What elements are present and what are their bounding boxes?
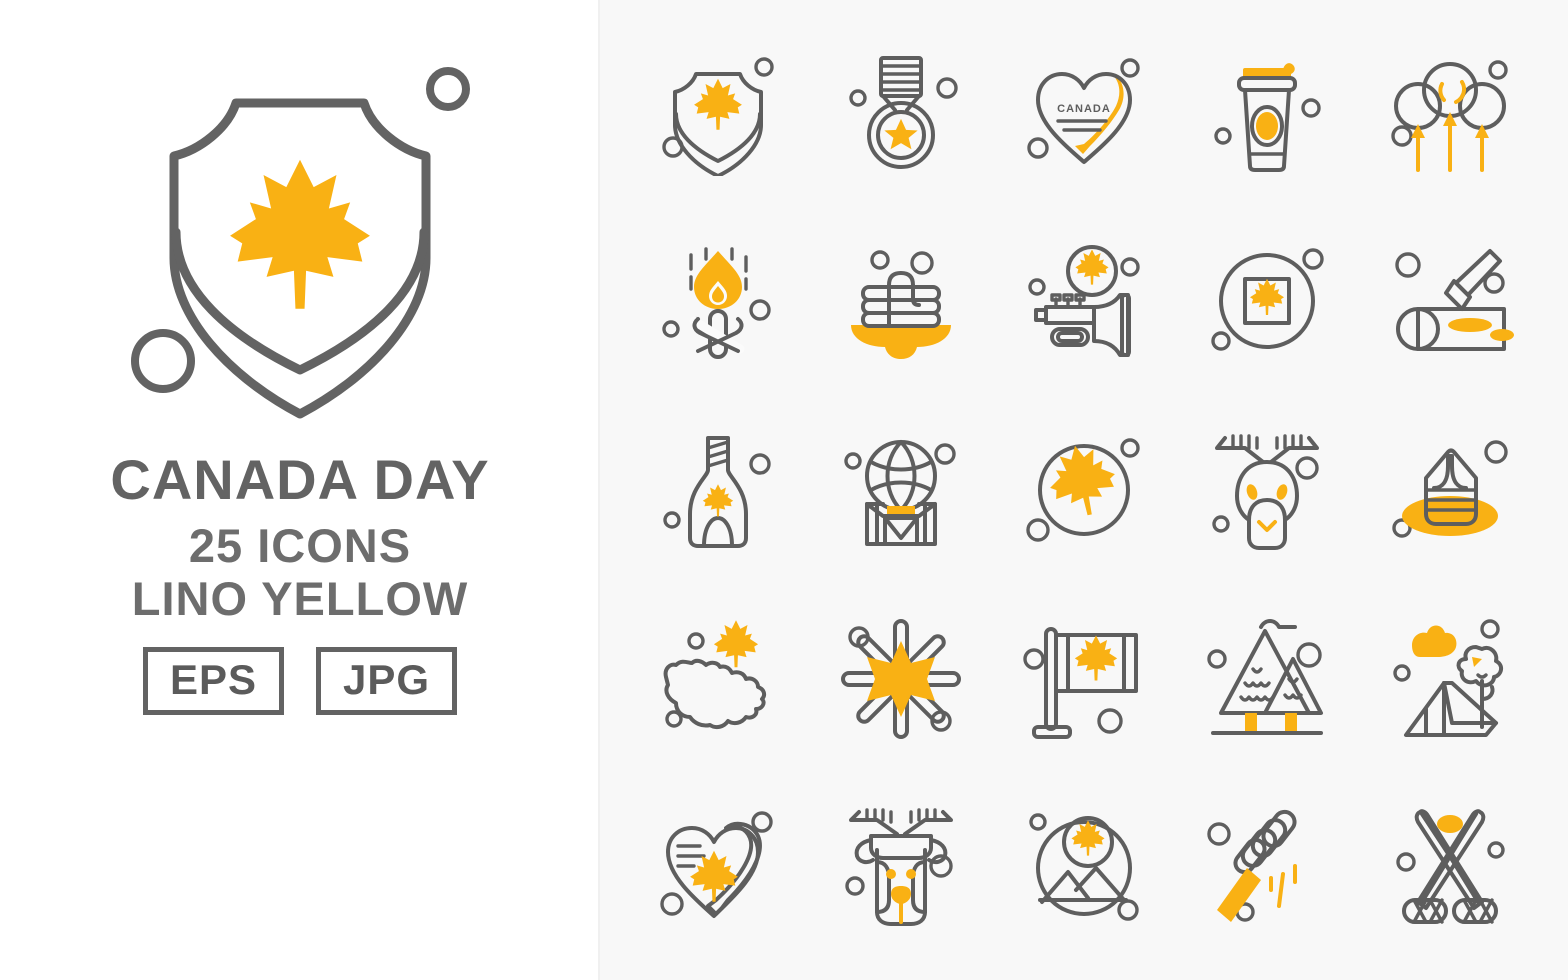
maple-leaf-shield-icon[interactable] <box>626 18 809 207</box>
maple-syrup-bottle-icon[interactable] <box>626 396 809 585</box>
pancakes-syrup-icon[interactable] <box>809 207 992 396</box>
maple-leaf-frame-circle-icon[interactable] <box>1176 207 1359 396</box>
mountain-landscape-icon[interactable] <box>992 773 1175 962</box>
pine-forest-icon[interactable] <box>1176 584 1359 773</box>
hero-shield-maple-icon <box>110 46 490 436</box>
hockey-sticks-puck-icon[interactable] <box>1359 773 1542 962</box>
format-badge-jpg: JPG <box>316 647 458 716</box>
pack-style: LINO YELLOW <box>131 571 469 625</box>
bonfire-icon[interactable] <box>626 207 809 396</box>
icon-pack-preview: CANADA DAY 25 ICONS LINO YELLOW EPS JPG <box>0 0 1568 980</box>
canada-heart-label: CANADA <box>1057 103 1111 115</box>
camping-tent-icon[interactable] <box>1359 584 1542 773</box>
canada-map-icon[interactable] <box>626 584 809 773</box>
icon-grid: CANADA <box>600 0 1568 980</box>
format-badge-eps: EPS <box>142 647 284 716</box>
cover-text-block: CANADA DAY 25 ICONS LINO YELLOW <box>0 452 600 625</box>
maple-leaf-circle-icon[interactable] <box>992 396 1175 585</box>
fist-torch-icon[interactable] <box>1176 773 1359 962</box>
moose-head-icon[interactable] <box>1176 396 1359 585</box>
format-badges: EPS JPG <box>142 647 458 716</box>
canada-flag-pole-icon[interactable] <box>992 584 1175 773</box>
hot-air-balloon-basket-icon[interactable] <box>809 396 992 585</box>
cover-panel: CANADA DAY 25 ICONS LINO YELLOW EPS JPG <box>0 0 600 980</box>
snowflake-star-icon[interactable] <box>809 584 992 773</box>
star-medal-icon[interactable] <box>809 18 992 207</box>
log-axe-icon[interactable] <box>1359 207 1542 396</box>
cloud-balloons-icon[interactable] <box>1359 18 1542 207</box>
trumpet-maple-icon[interactable] <box>992 207 1175 396</box>
canada-heart-badge-icon[interactable]: CANADA <box>992 18 1175 207</box>
pack-count: 25 ICONS <box>188 519 412 572</box>
coffee-cup-icon[interactable] <box>1176 18 1359 207</box>
beaver-hat-icon[interactable] <box>1359 396 1542 585</box>
deer-face-icon[interactable] <box>809 773 992 962</box>
pack-title: CANADA DAY <box>110 448 490 511</box>
heart-maple-leaf-icon[interactable] <box>626 773 809 962</box>
